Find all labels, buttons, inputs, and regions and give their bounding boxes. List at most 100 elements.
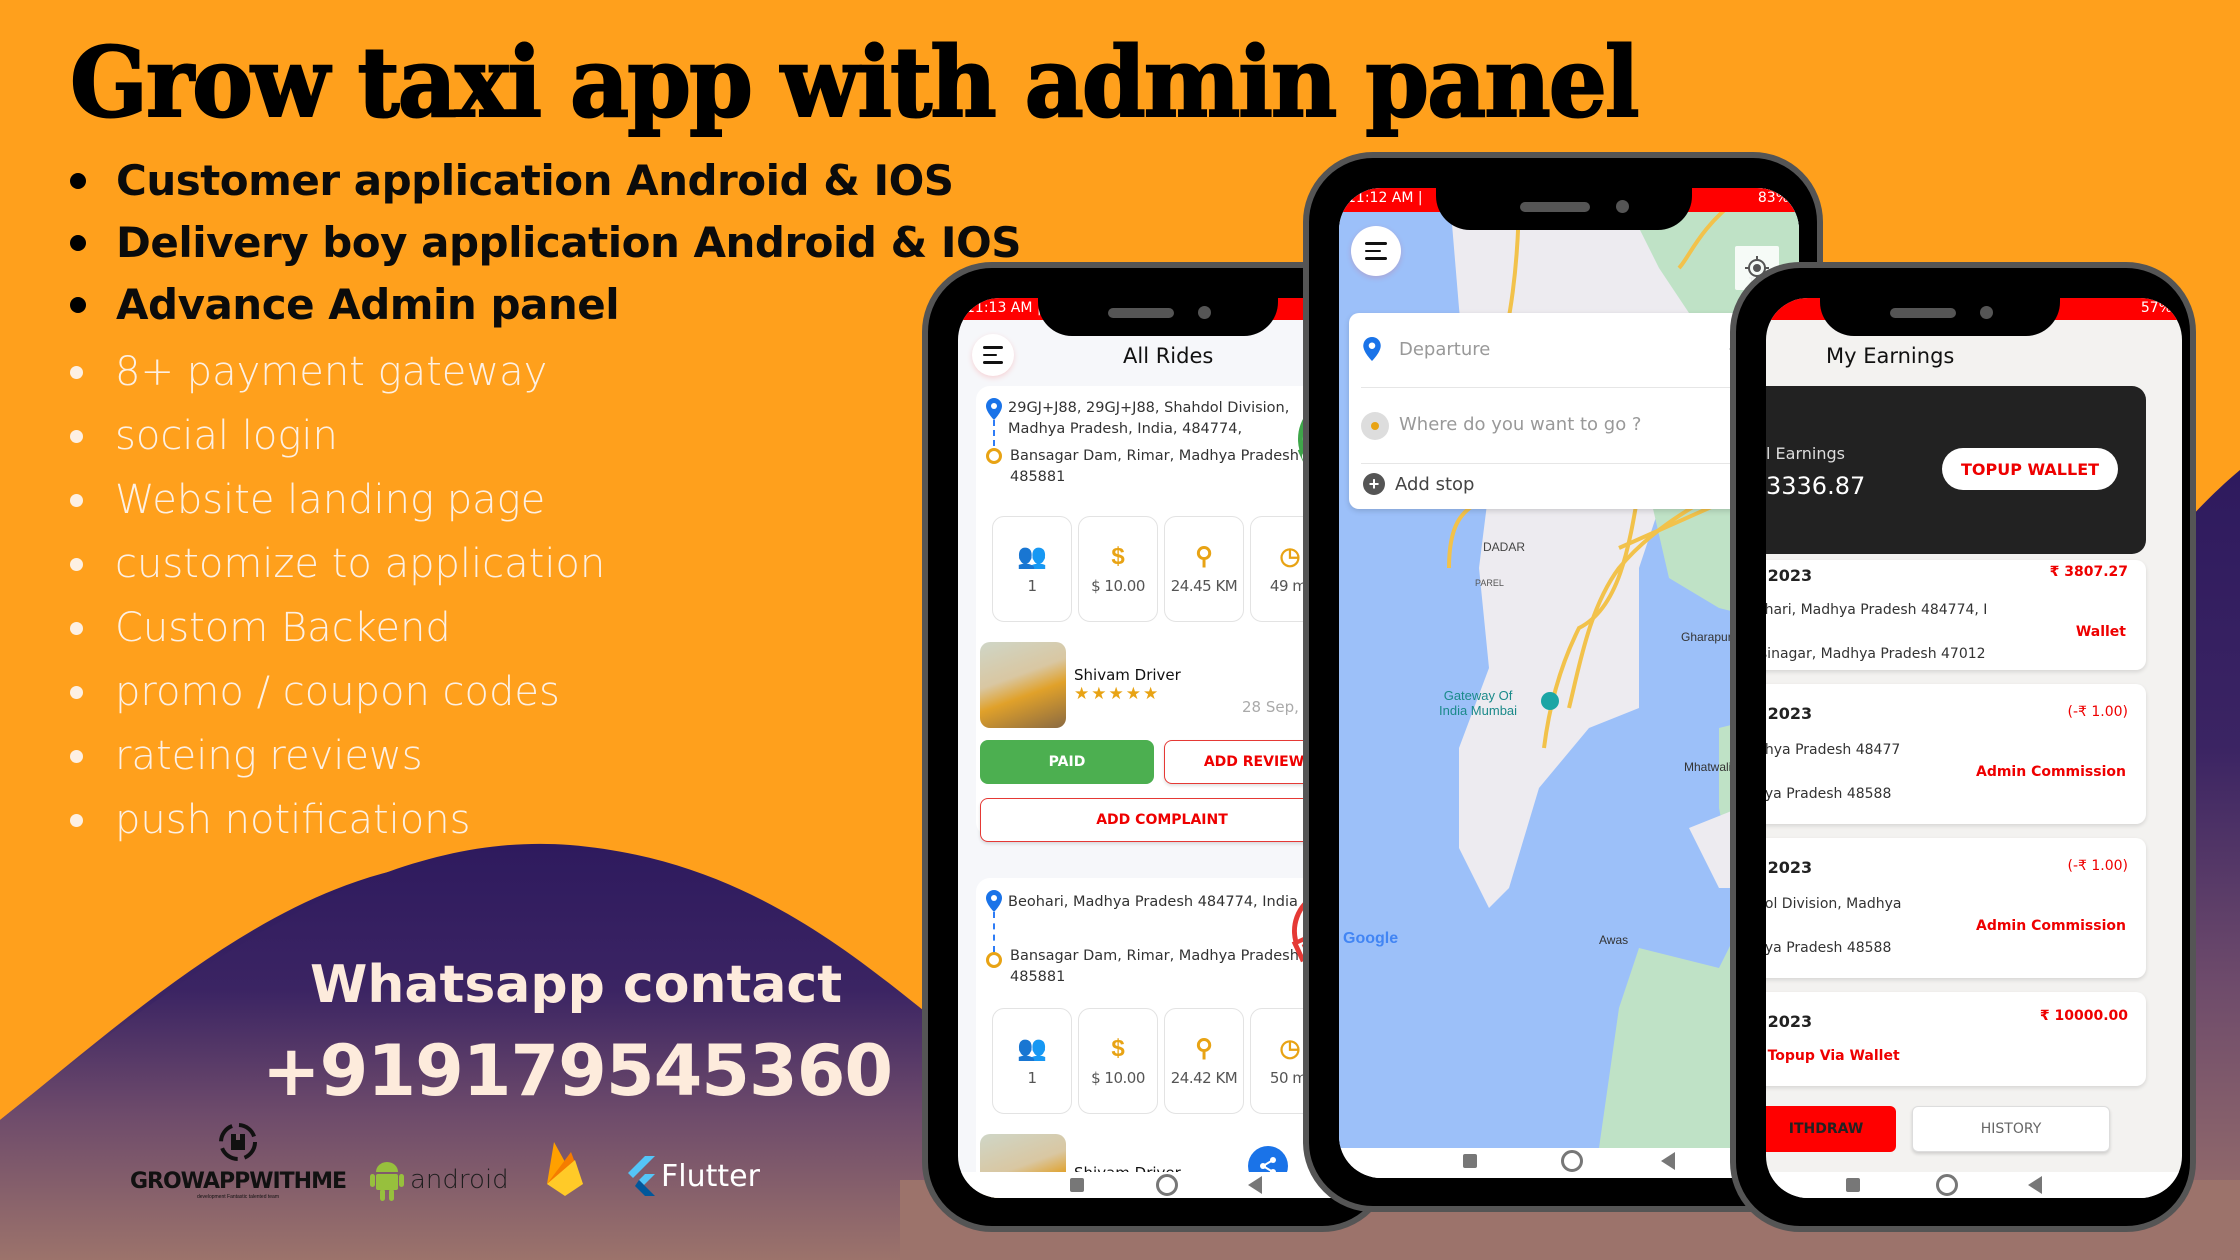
route-icon: ⚲ [1195,543,1213,570]
bullet-icon [70,173,86,189]
android-logo: android [370,1158,509,1202]
paid-button[interactable]: PAID [980,740,1154,784]
feature-item: push notifications [70,788,605,852]
history-button[interactable]: HISTORY [1912,1106,2110,1152]
highlight-item: Advance Admin panel [70,274,1021,336]
map-label: Gharapuri [1681,630,1735,644]
driver-name: Shivam Driver [1074,666,1181,684]
recents-button[interactable] [1846,1178,1860,1192]
menu-button[interactable] [1351,226,1401,276]
highlight-list: Customer application Android & IOS Deliv… [70,150,1021,336]
flutter-icon [628,1156,655,1196]
transaction-row[interactable]: , 2023 (-₹ 1.00) dhya Pradesh 48477 hya … [1766,684,2146,824]
feature-item: rateing reviews [70,724,605,788]
home-button[interactable] [1936,1174,1958,1196]
transaction-row[interactable]: , 2023 (-₹ 1.00) dol Division, Madhya hy… [1766,838,2146,978]
distance-stat: ⚲ 24.42 KM [1164,1008,1244,1114]
transaction-row[interactable]: , 2023 ₹ 3807.27 ohari, Madhya Pradesh 4… [1766,560,2146,670]
menu-icon [983,346,1003,349]
recents-button[interactable] [1463,1154,1477,1168]
drop-address: Bansagar Dam, Rimar, Madhya Pradesh 48588… [1010,948,1299,985]
rating-stars: ★★★★★ [1074,684,1161,703]
fare-stat: $ $ 10.00 [1078,516,1158,622]
add-complaint-button[interactable]: ADD COMPLAINT [980,798,1344,842]
menu-icon [1365,242,1387,245]
bullet-icon [70,235,86,251]
pickup-pin-icon [986,890,1002,912]
total-earnings-label: l Earnings [1766,444,1845,463]
destination-row [1349,388,1781,462]
bullet-icon [70,685,83,699]
drop-marker-icon [986,448,1002,464]
recycle-box-icon [219,1123,257,1161]
fare-stat: $ $ 10.00 [1078,1008,1158,1114]
pickup-pin-icon [1363,337,1381,361]
feature-item: social login [70,404,605,468]
brand-name: GROWAPPWITHME [129,1169,347,1194]
flutter-logo: Flutter [625,1156,760,1196]
departure-input[interactable] [1399,333,1699,365]
whatsapp-number[interactable]: +919179545360 [262,1030,893,1112]
map-label: Awas [1599,933,1629,947]
recents-button[interactable] [1070,1178,1084,1192]
phone-notch [1436,186,1692,230]
phone-notch [1820,292,2060,336]
passengers-stat: 👥 1 [992,1008,1072,1114]
phone-my-earnings: 57% My Earnings l Earnings 3336.87 TOPUP… [1730,262,2196,1232]
feature-item: Custom Backend [70,596,605,660]
bullet-icon [70,621,83,635]
feature-list: 8+ payment gateway social login Website … [70,340,605,852]
back-button[interactable] [1661,1152,1675,1170]
android-robot-icon [370,1162,404,1201]
plus-icon: + [1363,473,1385,495]
divider [1361,463,1769,464]
dollar-icon: $ [1111,543,1125,570]
earnings-screen: 57% My Earnings l Earnings 3336.87 TOPUP… [1766,298,2182,1198]
departure-row [1349,313,1781,387]
screen-title: My Earnings [1826,344,1955,368]
home-button[interactable] [1156,1174,1178,1196]
feature-item: Website landing page [70,468,605,532]
home-button[interactable] [1561,1150,1583,1172]
destination-input[interactable] [1399,408,1699,440]
google-logo: Google [1343,930,1399,947]
pickup-address: Beohari, Madhya Pradesh 484774, India [1008,894,1298,910]
users-icon: 👥 [1017,1035,1047,1062]
landmark-pin-icon[interactable] [1541,692,1559,710]
bullet-icon [70,813,83,827]
menu-button[interactable] [972,334,1014,376]
distance-stat: ⚲ 24.45 KM [1164,516,1244,622]
driver-photo [980,642,1066,728]
bullet-icon [70,297,86,313]
feature-item: promo / coupon codes [70,660,605,724]
users-icon: 👥 [1017,543,1047,570]
earnings-summary-card: l Earnings 3336.87 TOPUP WALLET [1766,386,2146,554]
withdraw-button[interactable]: ITHDRAW [1766,1106,1896,1152]
map-label: PAREL [1475,578,1504,588]
growappwithme-logo: GROWAPPWITHME development Fantastic tale… [128,1120,348,1200]
map-poi-label: Gateway Of India Mumbai [1439,688,1518,718]
pickup-pin-icon [986,398,1002,420]
bullet-icon [70,429,83,443]
highlight-item: Customer application Android & IOS [70,150,1021,212]
brand-tagline: development Fantastic talented team [197,1194,279,1200]
highlight-item: Delivery boy application Android & IOS [70,212,1021,274]
bullet-icon [70,557,83,571]
android-nav-bar [1766,1172,2182,1198]
ride-date: 28 Sep, [1242,698,1299,716]
back-button[interactable] [1248,1176,1262,1194]
route-line [993,912,995,952]
passengers-stat: 👥 1 [992,516,1072,622]
dollar-icon: $ [1111,1035,1125,1062]
add-stop-button[interactable]: + Add stop [1363,473,1474,495]
screen-title: All Rides [1123,344,1214,368]
transaction-row[interactable]: , 2023 ₹ 10000.00 t Topup Via Wallet [1766,992,2146,1086]
pickup-address: 29GJ+J88, 29GJ+J88, Shahdol Division, Mad… [1008,400,1290,437]
back-button[interactable] [2028,1176,2042,1194]
topup-wallet-button[interactable]: TOPUP WALLET [1942,448,2118,490]
page-title: Grow taxi app with admin panel [69,25,1640,140]
whatsapp-label: Whatsapp contact [310,955,843,1015]
bullet-icon [70,365,83,379]
route-line [993,420,995,446]
bullet-icon [70,493,83,507]
